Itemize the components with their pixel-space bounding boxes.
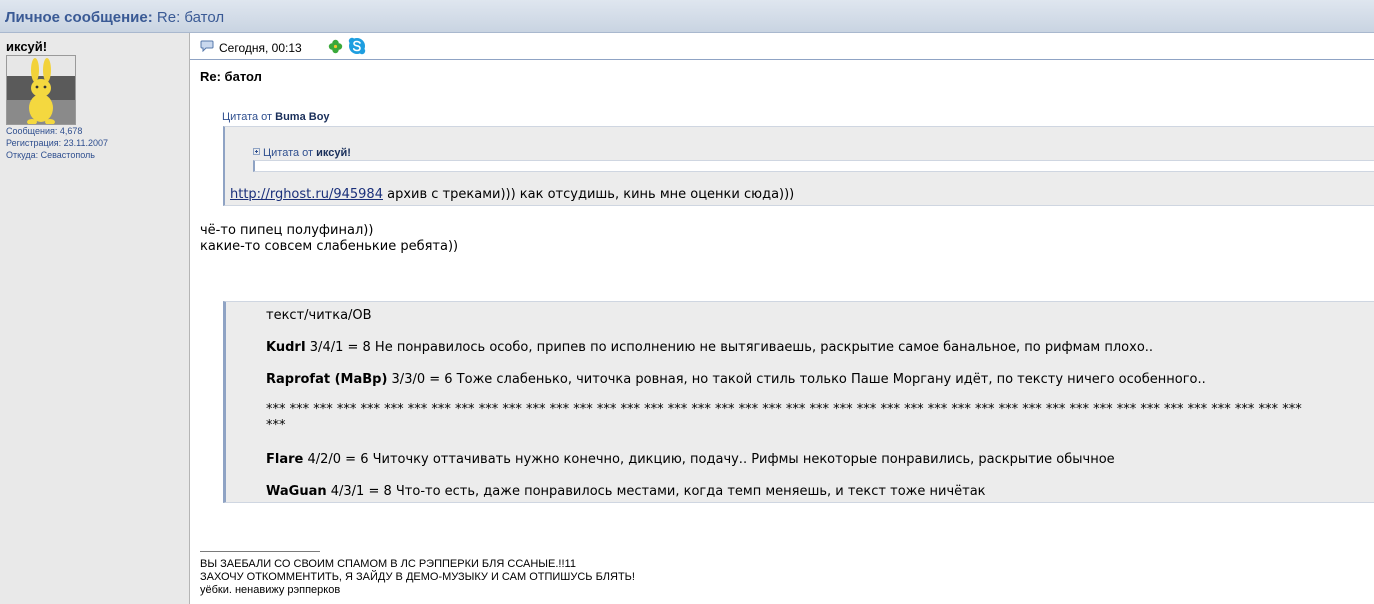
signature-line: ЗАХОЧУ ОТКОММЕНТИТЬ, Я ЗАЙДУ В ДЕМО-МУЗЫ… — [200, 571, 635, 583]
review-entry-text: 4/3/1 = 8 Что-то есть, даже понравилось … — [326, 484, 986, 499]
post-date: Сегодня, 00:13 — [219, 41, 302, 55]
post-body: чё-то пипец полуфинал)) какие-то совсем … — [200, 223, 458, 255]
review-entry-text: 3/4/1 = 8 Не понравилось особо, припев п… — [305, 340, 1154, 355]
user-registration: Регистрация: 23.11.2007 — [6, 138, 108, 148]
review-header: текст/читка/ОВ — [266, 308, 372, 323]
post-title: Re: батол — [200, 69, 262, 84]
quote-label: Цитата от Buma Boy — [222, 111, 330, 123]
nested-quote-label-prefix: Цитата от — [263, 147, 317, 159]
user-location: Откуда: Севастополь — [6, 150, 95, 160]
clover-icon[interactable] — [328, 39, 343, 54]
rghost-link[interactable]: http://rghost.ru/945984 — [230, 187, 383, 202]
signature-line: уёбки. ненавижу рэпперков — [200, 584, 341, 596]
review-entry: Raprofat (MaBp) 3/3/0 = 6 Тоже слабенько… — [266, 372, 1206, 387]
review-entry: WaGuan 4/3/1 = 8 Что-то есть, даже понра… — [266, 484, 986, 499]
nested-quote-label[interactable]: Цитата от иксуй! — [253, 147, 351, 159]
post-body-line: чё-то пипец полуфинал)) — [200, 223, 374, 238]
review-entry: Flare 4/2/0 = 6 Читочку оттачивать нужно… — [266, 452, 1115, 467]
user-sidebar: иксуй! Сообщения: 4,678 Регистрация: 23.… — [0, 33, 190, 604]
review-separator-wrap: *** — [266, 418, 286, 433]
review-entry-name: Raprofat (MaBp) — [266, 372, 388, 387]
nested-quote-block — [253, 160, 1374, 172]
signature: ВЫ ЗАЕБАЛИ СО СВОИМ СПАМОМ В ЛС РЭППЕРКИ… — [200, 558, 635, 597]
quote-author: Buma Boy — [275, 111, 330, 123]
review-entry-name: Flare — [266, 452, 304, 467]
review-separator: *** *** *** *** *** *** *** *** *** *** … — [266, 402, 1302, 417]
skype-icon[interactable] — [348, 37, 366, 55]
post-body-line: какие-то совсем слабенькие ребята)) — [200, 239, 459, 254]
page-title-bar: Личное сообщение: Re: батол — [0, 0, 1374, 33]
review-entry-name: KudrI — [266, 340, 306, 355]
page-subtitle: Re: батол — [152, 9, 225, 26]
review-entry-text: 3/3/0 = 6 Тоже слабенько, читочка ровная… — [387, 372, 1206, 387]
signature-line: ВЫ ЗАЕБАЛИ СО СВОИМ СПАМОМ В ЛС РЭППЕРКИ… — [200, 558, 576, 570]
review-entry-name: WaGuan — [266, 484, 327, 499]
review-entry: KudrI 3/4/1 = 8 Не понравилось особо, пр… — [266, 340, 1153, 355]
avatar — [6, 55, 76, 125]
speech-bubble-icon — [200, 40, 214, 52]
user-posts-count: Сообщения: 4,678 — [6, 126, 83, 136]
quote-text-after-link: архив с треками))) как отсудишь, кинь мн… — [382, 187, 795, 202]
review-block: текст/читка/ОВ KudrI 3/4/1 = 8 Не понрав… — [223, 301, 1374, 503]
username-link[interactable]: иксуй! — [6, 39, 47, 54]
page-title: Личное сообщение — [5, 9, 148, 26]
bunny-avatar-icon — [7, 56, 75, 124]
review-entry-text: 4/2/0 = 6 Читочку оттачивать нужно конеч… — [303, 452, 1115, 467]
nested-quote-author: иксуй! — [316, 147, 351, 159]
quote-label-prefix: Цитата от — [222, 111, 276, 123]
post-header: Сегодня, 00:13 — [190, 33, 1374, 60]
signature-divider — [200, 551, 320, 552]
post-content: Сегодня, 00:13 Re: батол Цитата от Buma … — [190, 33, 1374, 604]
expand-plus-icon[interactable] — [253, 148, 260, 155]
user-info: Сообщения: 4,678 Регистрация: 23.11.2007… — [6, 125, 108, 161]
quote-text: http://rghost.ru/945984 архив с треками)… — [230, 187, 794, 202]
